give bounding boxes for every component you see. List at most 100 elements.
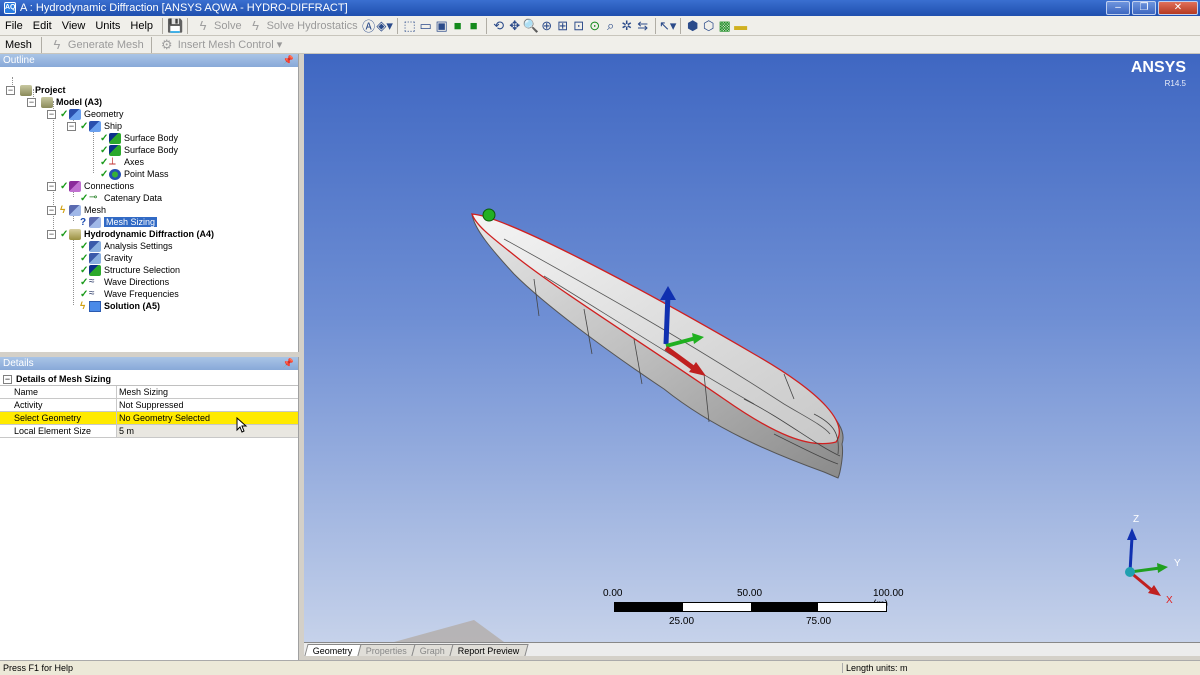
iso-view-icon[interactable]: ✲ [619, 18, 635, 34]
solve-button[interactable]: ϟ Solve [192, 17, 245, 35]
collapse-icon[interactable]: − [3, 374, 12, 384]
tree-item-model[interactable]: − Model (A3) [27, 96, 102, 108]
pin-icon[interactable]: 📌 [283, 357, 294, 370]
collapse-icon[interactable]: − [47, 205, 56, 215]
tree-item-catenary-data[interactable]: ✓ ⊸ Catenary Data [80, 192, 162, 204]
tree-item-wave-frequencies[interactable]: ✓ ≈ Wave Frequencies [80, 288, 179, 300]
magnifier-icon[interactable]: ⌕ [603, 18, 619, 34]
select-mode-icon[interactable]: ↖▾ [659, 18, 676, 34]
analysis-icon [69, 228, 81, 240]
tree-item-gravity[interactable]: ✓ Gravity [80, 252, 133, 264]
toolbar-separator [396, 17, 398, 34]
collapse-icon[interactable]: − [47, 181, 56, 191]
select-body-icon[interactable]: ▣ [434, 18, 450, 34]
tab-report-preview[interactable]: Report Preview [448, 644, 528, 656]
menu-units[interactable]: Units [90, 20, 125, 32]
menu-view[interactable]: View [57, 20, 91, 32]
zoom-to-fit-icon[interactable]: ⊙ [587, 18, 603, 34]
generate-mesh-button[interactable]: ϟ Generate Mesh [46, 36, 147, 54]
menu-edit[interactable]: Edit [28, 20, 57, 32]
tree-item-mesh-sizing[interactable]: ? Mesh Sizing [80, 216, 158, 228]
details-row-local-element-size[interactable]: Local Element Size 5 m [0, 425, 298, 438]
zoom-fit-icon[interactable]: ⊡ [571, 18, 587, 34]
tree-item-connections[interactable]: − ✓ Connections [47, 180, 134, 192]
tree-item-geometry[interactable]: − ✓ Geometry [47, 108, 124, 120]
check-icon: ✓ [80, 264, 89, 276]
menu-file[interactable]: File [0, 20, 28, 32]
toolbar-separator [40, 36, 42, 53]
close-button[interactable]: ✕ [1158, 1, 1198, 15]
check-icon: ✓ [60, 108, 69, 120]
pin-icon[interactable]: 📌 [283, 54, 294, 67]
view-options-icon[interactable]: ◈▾ [376, 18, 393, 34]
details-row-activity[interactable]: Activity Not Suppressed [0, 399, 298, 412]
tree-item-wave-directions[interactable]: ✓ ≈ Wave Directions [80, 276, 169, 288]
collapse-icon[interactable]: − [47, 109, 56, 119]
tab-graph[interactable]: Graph [410, 644, 454, 656]
toolbar-separator [485, 17, 487, 34]
collapse-icon[interactable]: − [67, 121, 76, 131]
minimize-button[interactable]: – [1106, 1, 1130, 15]
collapse-icon[interactable]: − [27, 97, 36, 107]
point-mass-icon [109, 168, 121, 180]
tab-properties[interactable]: Properties [356, 644, 416, 656]
tree-item-point-mass[interactable]: ✓ Point Mass [100, 168, 169, 180]
view-tabs: Geometry Properties Graph Report Preview [304, 642, 1200, 656]
extend-select-icon[interactable]: ■ [450, 18, 466, 34]
ship-hull-model[interactable] [304, 54, 1200, 642]
details-group-header[interactable]: − Details of Mesh Sizing [0, 373, 298, 386]
maximize-button[interactable]: ❐ [1132, 1, 1156, 15]
tree-item-analysis-settings[interactable]: ✓ Analysis Settings [80, 240, 173, 252]
tree-item-solution[interactable]: ϟ Solution (A5) [80, 300, 160, 312]
wireframe-icon[interactable]: ⬢ [685, 18, 701, 34]
tab-geometry[interactable]: Geometry [304, 644, 362, 656]
details-row-name[interactable]: Name Mesh Sizing [0, 386, 298, 399]
title-bar: AQ A : Hydrodynamic Diffraction [ANSYS A… [0, 0, 1200, 16]
solution-icon [89, 300, 101, 312]
solve-hydrostatics-button[interactable]: ϟ Solve Hydrostatics [245, 17, 361, 35]
tree-item-surface-body-1[interactable]: ✓ Surface Body [100, 132, 178, 144]
tree-item-surface-body-2[interactable]: ✓ Surface Body [100, 144, 178, 156]
check-icon: ✓ [80, 276, 89, 288]
zoom-in-icon[interactable]: ⊕ [539, 18, 555, 34]
show-mesh-icon[interactable]: ⬡ [701, 18, 717, 34]
graphics-viewport[interactable]: ANSYS R14.5 Z Y X 0.00 50.00 100.00 25.0… [304, 54, 1200, 642]
details-panel: Details 📌 − Details of Mesh Sizing Name Mes… [0, 357, 299, 660]
tree-item-structure-selection[interactable]: ✓ Structure Selection [80, 264, 180, 276]
tree-item-ship[interactable]: − ✓ Ship [67, 120, 122, 132]
tree-item-hydrodynamic-diffraction[interactable]: − ✓ Hydrodynamic Diffraction (A4) [47, 228, 214, 240]
model-icon [41, 96, 53, 108]
collapse-icon[interactable]: − [6, 85, 15, 95]
menu-help[interactable]: Help [125, 20, 158, 32]
annotation-icon[interactable]: Ⓐ [361, 18, 377, 34]
previous-view-icon[interactable]: ⇆ [635, 18, 651, 34]
tree-item-axes[interactable]: ✓ ⟂ Axes [100, 156, 144, 168]
save-icon[interactable]: 💾 [167, 18, 183, 34]
axis-triad [1125, 528, 1168, 596]
select-edge-icon[interactable]: ▭ [418, 18, 434, 34]
select-all-icon[interactable]: ■ [466, 18, 482, 34]
pan-icon[interactable]: ✥ [507, 18, 523, 34]
zoom-icon[interactable]: 🔍 [523, 18, 539, 34]
details-row-select-geometry[interactable]: Select Geometry No Geometry Selected [0, 412, 298, 425]
menu-toolbar-row: File Edit View Units Help 💾 ϟ Solve ϟ Solv… [0, 16, 1200, 36]
select-face-icon[interactable]: ⬚ [402, 18, 418, 34]
ruler-icon[interactable]: ▬ [733, 18, 749, 34]
check-icon: ✓ [80, 192, 89, 204]
scale-label-50: 50.00 [737, 588, 763, 599]
window-title: A : Hydrodynamic Diffraction [ANSYS AQWA… [20, 2, 348, 14]
insert-mesh-control-button[interactable]: ⚙ Insert Mesh Control ▾ [156, 36, 286, 54]
aqwa-app-icon[interactable]: AQ [4, 2, 16, 14]
graphics-options-icon[interactable]: ▩ [717, 18, 733, 34]
tree-item-mesh[interactable]: − ϟ Mesh [47, 204, 106, 216]
axis-z-label: Z [1133, 514, 1140, 525]
lightning-icon: ϟ [252, 18, 260, 33]
rotate-icon[interactable]: ⟲ [491, 18, 507, 34]
details-header: Details 📌 [0, 357, 298, 370]
lightning-icon: ϟ [199, 18, 207, 33]
check-icon: ✓ [100, 132, 109, 144]
collapse-icon[interactable]: − [47, 229, 56, 239]
tree-item-project[interactable]: − Project [6, 84, 66, 96]
scale-label-0: 0.00 [603, 588, 623, 599]
zoom-box-icon[interactable]: ⊞ [555, 18, 571, 34]
